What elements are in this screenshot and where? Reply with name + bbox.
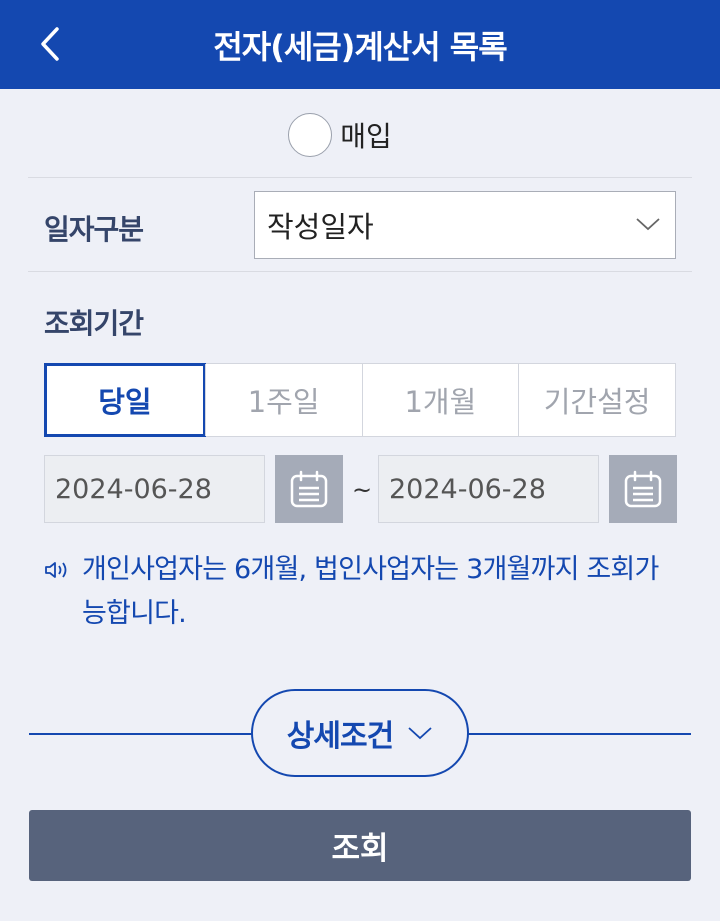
purchase-radio-label: 매입 [340,120,392,153]
period-tabs: 당일 1주일 1개월 기간설정 [44,363,676,437]
start-date-calendar-button[interactable] [275,455,343,523]
tab-custom-period[interactable]: 기간설정 [518,364,675,436]
start-date-input[interactable]: 2024-06-28 [44,455,265,523]
period-label: 조회기간 [44,307,144,340]
chevron-down-icon [636,218,660,231]
tab-today[interactable]: 당일 [44,363,206,437]
radio-circle[interactable] [288,113,333,157]
divider [28,177,692,178]
date-type-value: 작성일자 [267,210,374,244]
speaker-icon [45,562,67,578]
chevron-down-icon [408,727,432,740]
divider-line-right [467,733,691,735]
detail-conditions-label: 상세조건 [286,719,394,754]
purchase-radio[interactable]: 매입 [288,113,392,157]
back-button[interactable] [30,24,70,64]
period-notice: 개인사업자는 6개월, 법인사업자는 3개월까지 조회가 능합니다. [44,548,684,636]
tab-1-month[interactable]: 1개월 [361,364,519,436]
calendar-icon [290,470,328,508]
end-date-input[interactable]: 2024-06-28 [378,455,599,523]
app-header: 전자(세금)계산서 목록 [0,0,720,89]
date-type-select[interactable]: 작성일자 [254,191,676,259]
detail-conditions-button[interactable]: 상세조건 [251,689,469,777]
page-title: 전자(세금)계산서 목록 [213,27,507,66]
search-button[interactable]: 조회 [29,810,691,881]
divider [28,271,692,272]
end-date-calendar-button[interactable] [609,455,677,523]
tab-1-week[interactable]: 1주일 [204,364,362,436]
divider-line-left [29,733,253,735]
calendar-icon [624,470,662,508]
date-range-separator: ~ [352,476,373,504]
notice-text: 개인사업자는 6개월, 법인사업자는 3개월까지 조회가 능합니다. [82,554,659,629]
search-button-label: 조회 [331,831,389,867]
chevron-left-icon [41,27,59,61]
purchase-radio-row: 매입 [0,105,720,165]
date-type-label: 일자구분 [44,213,144,246]
